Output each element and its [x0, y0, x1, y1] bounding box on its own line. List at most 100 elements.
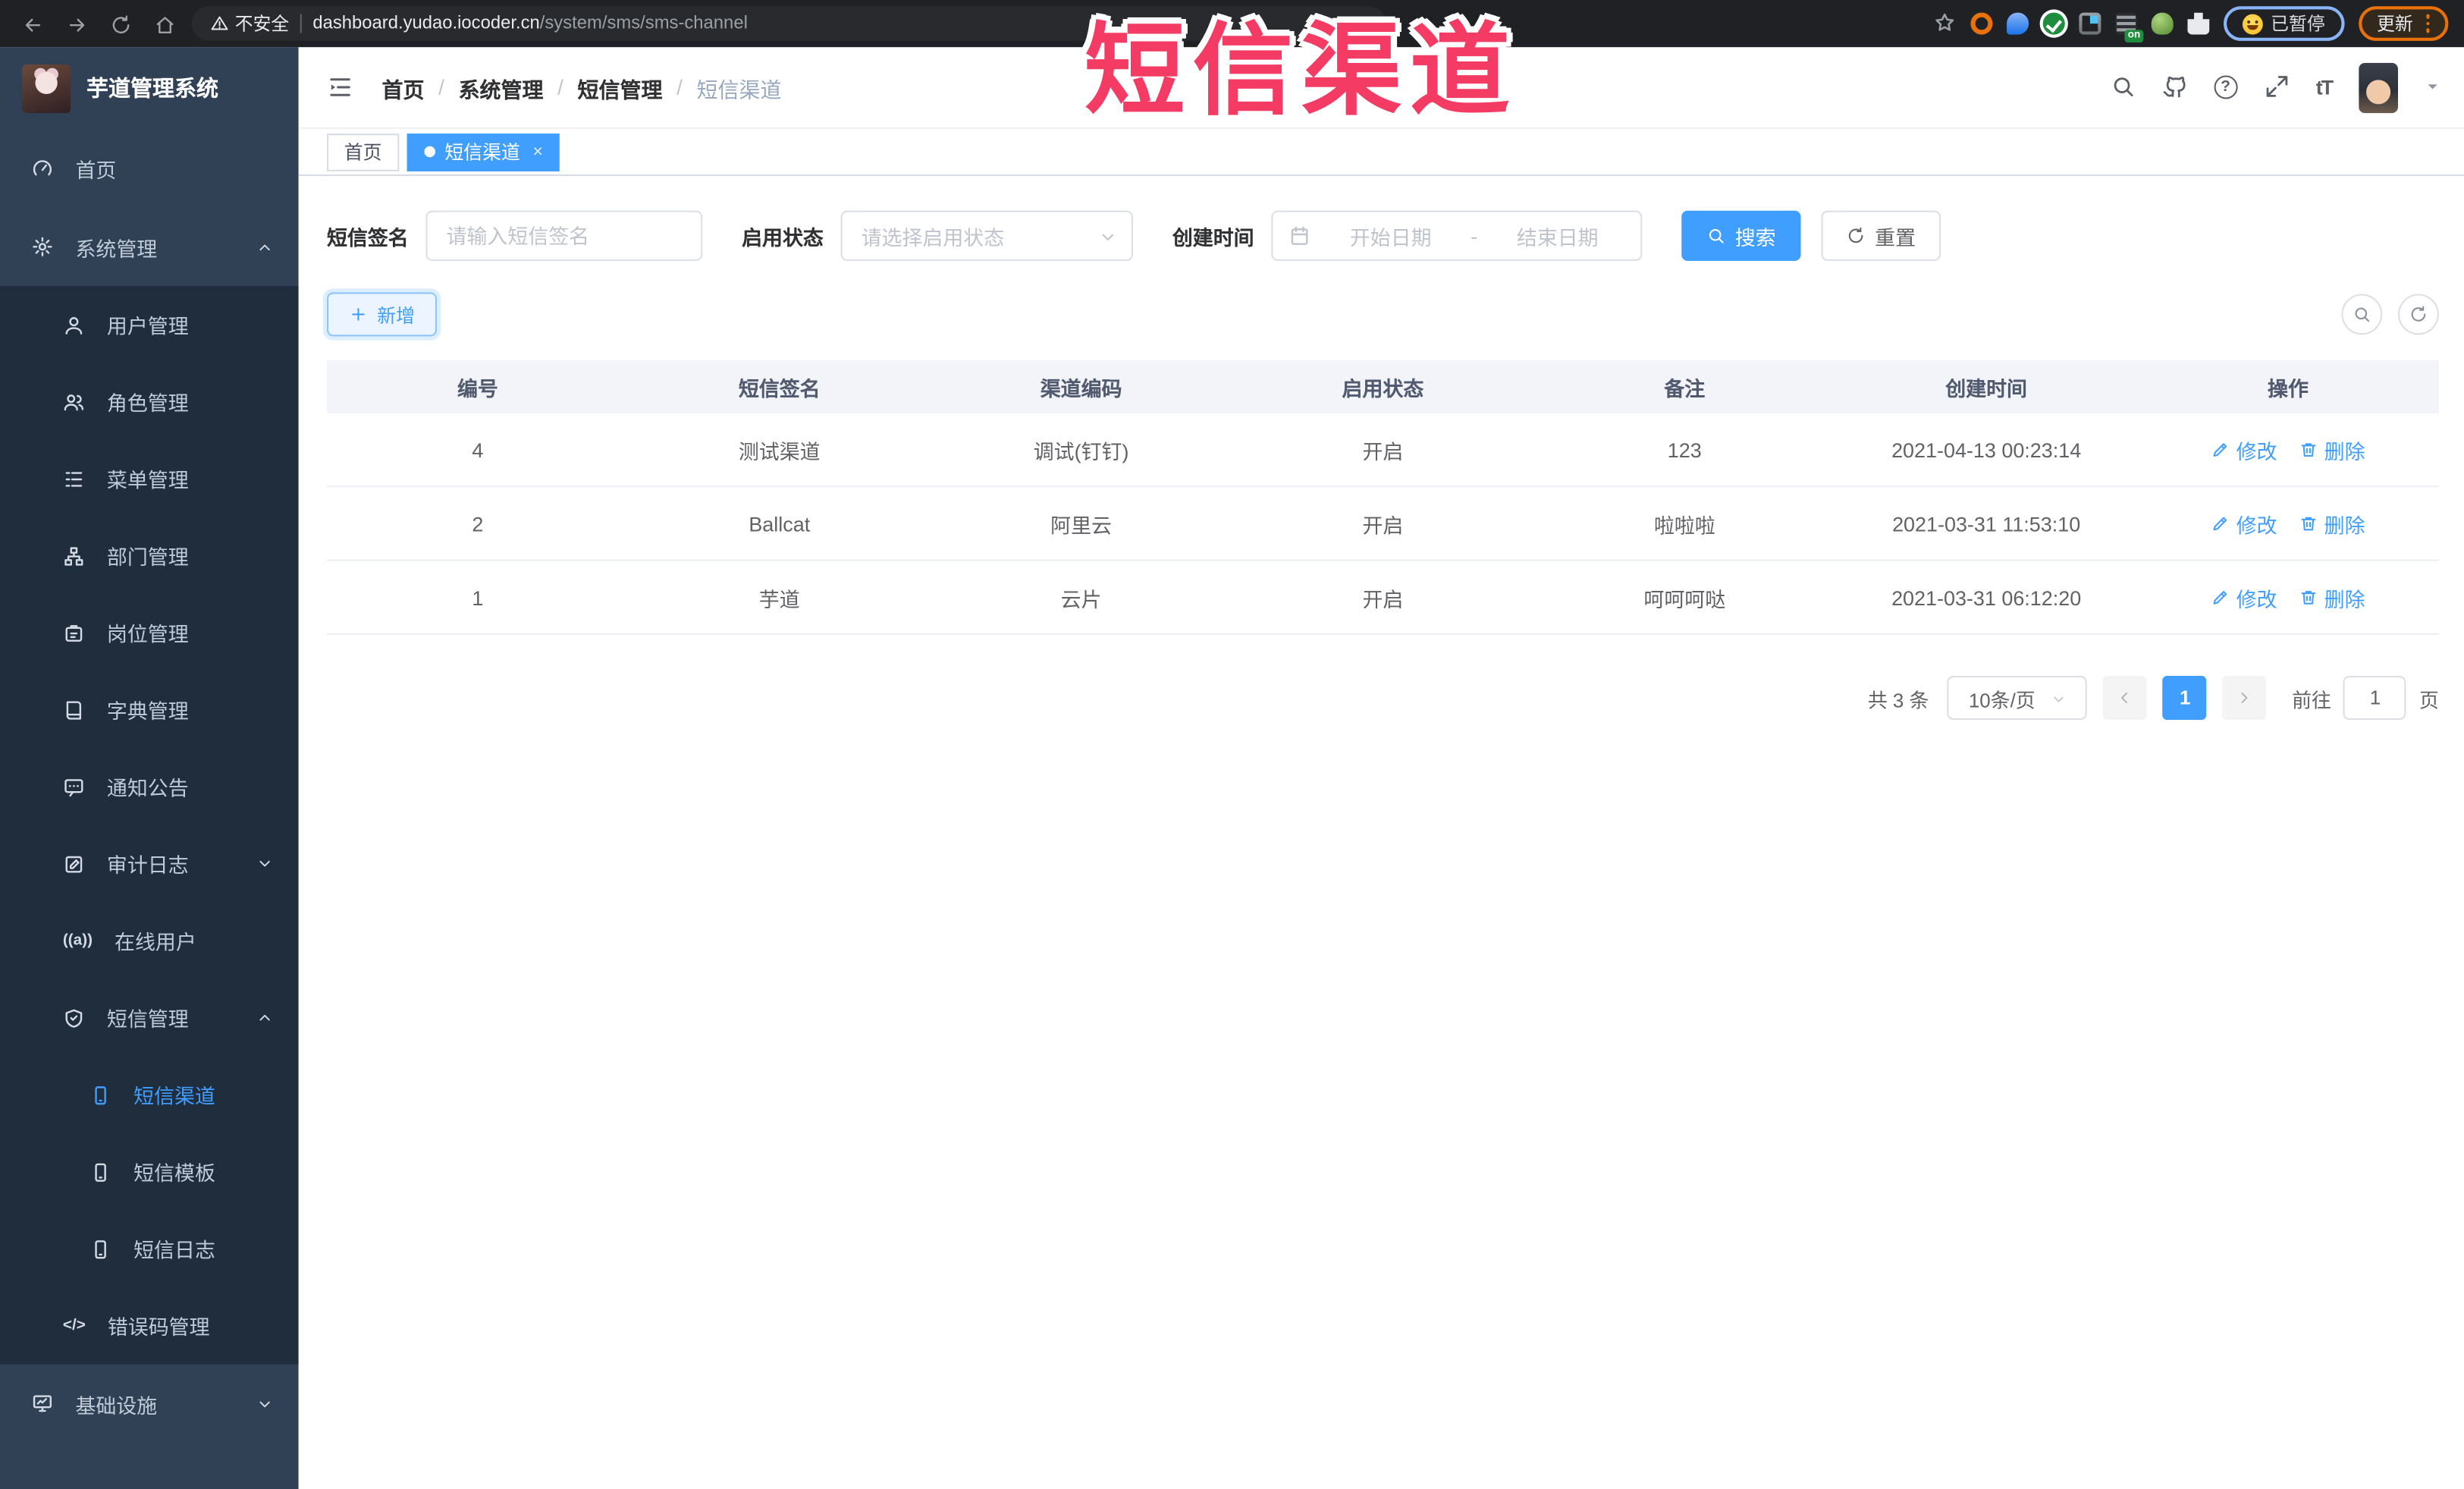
breadcrumb-system[interactable]: 系统管理: [459, 71, 544, 102]
extension-grid-icon[interactable]: [2079, 12, 2101, 35]
goto-label: 前往: [2292, 689, 2331, 712]
toggle-search-button[interactable]: [2341, 294, 2383, 335]
extension-check-icon[interactable]: [2042, 12, 2065, 35]
chevron-down-icon: [2051, 687, 2067, 709]
table-toolbar: 新增: [326, 292, 2439, 337]
browser-extensions-area: on 已暂停 更新: [1933, 6, 2449, 42]
edit-link[interactable]: 修改: [2211, 583, 2277, 612]
phone-icon: [95, 1239, 106, 1258]
delete-icon: [2301, 443, 2316, 457]
sidebar-item-sms[interactable]: 短信管理: [0, 979, 299, 1057]
tags-view-bar: 首页 短信渠道 ×: [298, 129, 2464, 177]
back-icon[interactable]: [22, 11, 44, 36]
sidebar-item-sms-channel[interactable]: 短信渠道: [0, 1056, 299, 1133]
status-select[interactable]: 请选择启用状态: [840, 210, 1134, 261]
table-row: 2 Ballcat 阿里云 开启 啦啦啦 2021-03-31 11:53:10…: [326, 487, 2439, 561]
paused-badge[interactable]: 已暂停: [2224, 6, 2344, 41]
prev-page-button[interactable]: [2103, 676, 2148, 721]
divider: [300, 14, 302, 33]
emoji-icon: [2242, 13, 2263, 34]
tab-sms-channel[interactable]: 短信渠道 ×: [406, 133, 560, 171]
search-form: 短信签名 启用状态 请选择启用状态 创建时间: [327, 210, 2439, 261]
sidebar-item-sms-log[interactable]: 短信日志: [0, 1211, 299, 1288]
sidebar-item-dicts[interactable]: 字典管理: [0, 671, 299, 749]
edit-link[interactable]: 修改: [2211, 435, 2277, 464]
page-number-1[interactable]: 1: [2163, 676, 2208, 721]
search-icon[interactable]: [2110, 73, 2135, 101]
sidebar-item-online-users[interactable]: ((a)) 在线用户: [0, 902, 299, 979]
chevron-right-icon: [2242, 693, 2249, 703]
font-size-icon[interactable]: tT: [2316, 75, 2334, 99]
code-icon: </>: [62, 1317, 86, 1335]
kebab-menu-icon[interactable]: [2425, 14, 2430, 33]
sign-input[interactable]: [427, 212, 702, 259]
extension-pin-icon[interactable]: [2007, 12, 2029, 35]
extensions-puzzle-icon[interactable]: [2187, 12, 2210, 35]
reload-icon[interactable]: [110, 11, 132, 36]
sidebar-item-departments[interactable]: 部门管理: [0, 517, 299, 595]
sidebar-item-sms-template[interactable]: 短信模板: [0, 1133, 299, 1211]
close-icon[interactable]: ×: [533, 143, 543, 162]
chevron-up-icon: [256, 1008, 274, 1027]
dictionary-icon: [66, 700, 82, 719]
sidebar-item-users[interactable]: 用户管理: [0, 286, 299, 363]
fullscreen-icon[interactable]: [2264, 73, 2289, 101]
edit-icon: [2213, 591, 2227, 605]
security-warning[interactable]: 不安全: [211, 11, 289, 36]
avatar[interactable]: [2359, 61, 2399, 113]
extension-adblock-on-icon[interactable]: on: [2115, 12, 2144, 42]
sidebar-item-menus[interactable]: 菜单管理: [0, 440, 299, 517]
next-page-button[interactable]: [2222, 676, 2267, 721]
search-button[interactable]: 搜索: [1681, 210, 1801, 261]
delete-link[interactable]: 删除: [2299, 508, 2365, 538]
github-icon[interactable]: [2162, 73, 2187, 101]
breadcrumb-sms[interactable]: 短信管理: [578, 71, 663, 102]
sidebar-item-home[interactable]: 首页: [0, 129, 299, 208]
hamburger-icon[interactable]: [311, 74, 369, 100]
date-range-picker[interactable]: 开始日期 - 结束日期: [1271, 210, 1643, 261]
home-icon[interactable]: [154, 11, 176, 36]
extension-leaf-icon[interactable]: [2151, 12, 2174, 35]
delete-link[interactable]: 删除: [2299, 435, 2365, 464]
warning-icon: [211, 17, 228, 31]
calendar-icon: [1291, 226, 1308, 245]
delete-link[interactable]: 删除: [2299, 583, 2365, 612]
search-icon: [1709, 229, 1724, 243]
post-badge-icon: [65, 624, 83, 641]
chevron-down-icon: [256, 1394, 274, 1413]
tab-home[interactable]: 首页: [326, 133, 400, 171]
sidebar-item-infrastructure[interactable]: 基础设施: [0, 1365, 299, 1443]
app-logo[interactable]: 芋道管理系统: [0, 47, 299, 129]
reset-button[interactable]: 重置: [1821, 210, 1941, 261]
sidebar-item-system[interactable]: 系统管理: [0, 208, 299, 287]
caret-down-icon[interactable]: [2425, 73, 2440, 101]
gear-icon: [33, 237, 52, 257]
screen: 不安全 dashboard.yudao.iocoder.cn/system/sm…: [0, 0, 2464, 1489]
breadcrumb-home[interactable]: 首页: [382, 71, 425, 102]
end-date-placeholder[interactable]: 结束日期: [1490, 221, 1625, 250]
sidebar-item-audit-logs[interactable]: 审计日志: [0, 825, 299, 903]
system-submenu: 用户管理 角色管理 菜单管理 部门管理 岗位管理 字典管理 通知公告 审计日志 …: [0, 286, 299, 1365]
breadcrumb: 首页 / 系统管理 / 短信管理 / 短信渠道: [382, 71, 782, 102]
update-button[interactable]: 更新: [2358, 6, 2449, 41]
sidebar-item-roles[interactable]: 角色管理: [0, 363, 299, 441]
start-date-placeholder[interactable]: 开始日期: [1323, 221, 1458, 250]
refresh-table-button[interactable]: [2398, 294, 2439, 335]
sidebar-item-posts[interactable]: 岗位管理: [0, 594, 299, 671]
address-bar[interactable]: 不安全 dashboard.yudao.iocoder.cn/system/sm…: [191, 6, 1386, 41]
page-size-select[interactable]: 10条/页: [1948, 676, 2088, 721]
sidebar-item-notices[interactable]: 通知公告: [0, 748, 299, 825]
sidebar-item-error-codes[interactable]: </> 错误码管理: [0, 1287, 299, 1365]
edit-link[interactable]: 修改: [2211, 508, 2277, 538]
extension-ring-icon[interactable]: [1970, 12, 1993, 35]
help-icon[interactable]: ?: [2214, 75, 2238, 99]
add-button[interactable]: 新增: [326, 292, 438, 337]
table-row: 1 芋道 云片 开启 呵呵呵哒 2021-03-31 06:12:20 修改 删…: [326, 561, 2439, 636]
top-navbar: 首页 / 系统管理 / 短信管理 / 短信渠道 ? tT: [298, 47, 2464, 129]
forward-icon[interactable]: [66, 11, 88, 36]
table-row: 4 测试渠道 调试(钉钉) 开启 123 2021-04-13 00:23:14…: [326, 413, 2439, 488]
bookmark-star-icon[interactable]: [1933, 9, 1957, 37]
user-icon: [65, 316, 83, 334]
goto-page-input[interactable]: [2343, 676, 2407, 721]
org-tree-icon: [64, 546, 83, 565]
